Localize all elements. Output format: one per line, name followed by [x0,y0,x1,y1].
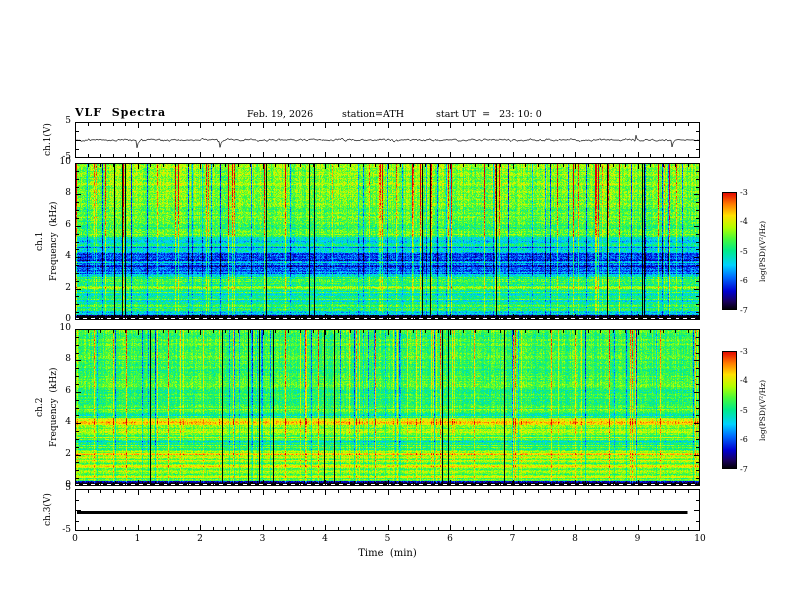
x-tick-label: 2 [197,534,203,544]
ch2-channel-label: ch.2 [35,397,45,418]
x-tick-label: 6 [447,534,453,544]
x-tick-label: 10 [694,534,706,544]
x-tick-label: 9 [634,534,641,544]
x-tick-label: 7 [509,534,516,544]
colorbar-tick-label: -7 [740,305,748,315]
ch3-trace-plot [75,489,700,531]
colorbar-ch1 [722,192,737,310]
x-tick-label: 0 [72,534,78,544]
ch1-spectrogram [75,163,700,320]
date-annotation: Feb. 19, 2026 [247,109,314,120]
colorbar-tick-label: -3 [740,187,748,197]
colorbar-tick-label: -7 [740,464,748,474]
start-ut-annotation: start UT = 23: 10: 0 [436,109,542,120]
station-annotation: station=ATH [342,109,404,120]
ch1-voltage-axis-label: ch.1(V) [43,123,53,157]
colorbar-tick-label: -4 [740,217,748,226]
x-tick-label: 5 [384,534,391,544]
vlf-spectra-figure: VLF Spectra Feb. 19, 2026 station=ATH st… [0,0,792,612]
ch2-spectrogram [75,329,700,486]
ch1-channel-label: ch.1 [35,231,45,252]
colorbar-ch2-label: log(PSD)(V²/Hz) [758,379,767,441]
colorbar-tick-label: -5 [740,405,748,415]
colorbar-tick-label: -3 [740,346,748,356]
ch2-frequency-axis-label: Frequency (kHz) [49,367,59,448]
colorbar-ch1-label: log(PSD)(V²/Hz) [758,220,767,282]
x-tick-label: 3 [259,534,266,544]
time-axis-label: Time (min) [358,548,417,559]
x-tick-label: 4 [322,534,328,544]
colorbar-tick-label: -6 [740,276,748,285]
figure-title: VLF Spectra [75,106,167,119]
ch1-waveform-plot [75,122,700,158]
x-tick-label: 1 [134,534,141,544]
x-tick-label: 8 [572,534,578,544]
ch3-voltage-axis-label: ch.3(V) [43,493,53,527]
colorbar-tick-label: -5 [740,246,748,256]
ch1-frequency-axis-label: Frequency (kHz) [49,201,59,282]
colorbar-tick-label: -6 [740,435,748,444]
colorbar-tick-label: -4 [740,376,748,385]
colorbar-ch2 [722,351,737,469]
